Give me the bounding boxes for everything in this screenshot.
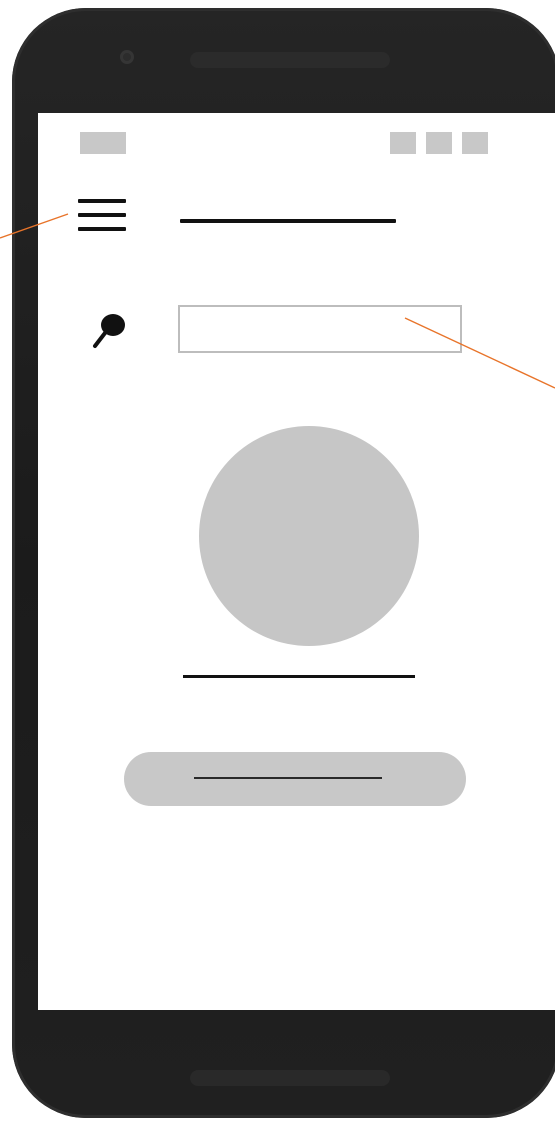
hamburger-menu-icon[interactable]: [78, 199, 126, 235]
top-speaker: [190, 52, 390, 68]
search-icon[interactable]: [90, 311, 130, 351]
status-bar-indicator-1: [390, 132, 416, 154]
wireframe-stage: [0, 0, 555, 1121]
front-camera: [120, 50, 134, 64]
phone-frame: [12, 8, 555, 1118]
button-label-placeholder: [194, 777, 382, 779]
phone-screen: [38, 113, 555, 1010]
page-title-placeholder: [180, 219, 396, 223]
avatar-placeholder: [199, 426, 419, 646]
primary-action-button[interactable]: [124, 752, 466, 806]
bottom-speaker: [190, 1070, 390, 1086]
search-input[interactable]: [178, 305, 462, 353]
status-bar-indicator-3: [462, 132, 488, 154]
status-bar-indicator-left: [80, 132, 126, 154]
status-bar-indicator-2: [426, 132, 452, 154]
profile-name-placeholder: [183, 675, 415, 678]
